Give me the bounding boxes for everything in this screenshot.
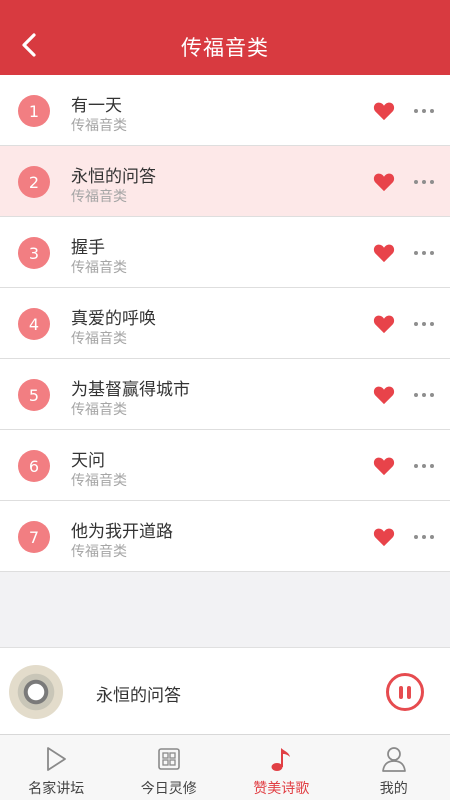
song-row[interactable]: 1 有一天 传福音类 xyxy=(0,75,450,146)
tab-lectures[interactable]: 名家讲坛 xyxy=(0,735,113,800)
song-title: 有一天 xyxy=(71,96,122,116)
song-title: 他为我开道路 xyxy=(71,522,173,542)
song-title: 永恒的问答 xyxy=(71,167,156,187)
top-bar: 传福音类 xyxy=(0,0,450,75)
heart-icon[interactable] xyxy=(373,243,395,263)
more-options-icon[interactable] xyxy=(412,454,436,478)
song-row[interactable]: 3 握手 传福音类 xyxy=(0,217,450,288)
now-playing-title: 永恒的问答 xyxy=(96,686,181,706)
more-options-icon[interactable] xyxy=(412,241,436,265)
song-title: 握手 xyxy=(71,238,105,258)
song-row[interactable]: 2 永恒的问答 传福音类 xyxy=(0,146,450,217)
page-title: 传福音类 xyxy=(181,36,269,60)
song-number-badge: 4 xyxy=(18,308,50,340)
user-icon xyxy=(381,747,406,772)
grid-icon xyxy=(157,748,180,770)
song-row[interactable]: 7 他为我开道路 传福音类 xyxy=(0,501,450,572)
play-icon xyxy=(47,747,67,771)
more-options-icon[interactable] xyxy=(412,99,436,123)
song-number-badge: 3 xyxy=(18,237,50,269)
pause-icon xyxy=(399,685,403,699)
song-number-badge: 5 xyxy=(18,379,50,411)
song-number-badge: 2 xyxy=(18,166,50,198)
song-row[interactable]: 4 真爱的呼唤 传福音类 xyxy=(0,288,450,359)
heart-icon[interactable] xyxy=(373,101,395,121)
more-options-icon[interactable] xyxy=(412,170,436,194)
song-category: 传福音类 xyxy=(71,118,127,134)
more-options-icon[interactable] xyxy=(412,312,436,336)
song-row[interactable]: 6 天问 传福音类 xyxy=(0,430,450,501)
song-category: 传福音类 xyxy=(71,260,127,276)
music-note-icon xyxy=(271,748,291,771)
song-category: 传福音类 xyxy=(71,544,127,560)
song-number-badge: 7 xyxy=(18,521,50,553)
tab-hymns[interactable]: 赞美诗歌 xyxy=(225,735,338,800)
song-category: 传福音类 xyxy=(71,473,127,489)
song-category: 传福音类 xyxy=(71,402,127,418)
song-title: 真爱的呼唤 xyxy=(71,309,156,329)
heart-icon[interactable] xyxy=(373,172,395,192)
album-cover[interactable] xyxy=(9,665,63,719)
tab-bar: 名家讲坛 今日灵修 赞美诗歌 我的 xyxy=(0,734,450,800)
heart-icon[interactable] xyxy=(373,314,395,334)
song-row[interactable]: 5 为基督赢得城市 传福音类 xyxy=(0,359,450,430)
song-number-badge: 1 xyxy=(18,95,50,127)
heart-icon[interactable] xyxy=(373,456,395,476)
song-list: 1 有一天 传福音类 2 永恒的问答 传福音类 3 握手 传福音类 4 真爱的呼… xyxy=(0,75,450,572)
heart-icon[interactable] xyxy=(373,527,395,547)
mini-player[interactable]: 永恒的问答 xyxy=(0,647,450,734)
more-options-icon[interactable] xyxy=(412,525,436,549)
tab-profile[interactable]: 我的 xyxy=(338,735,450,800)
song-title: 为基督赢得城市 xyxy=(71,380,190,400)
song-title: 天问 xyxy=(71,451,105,471)
song-category: 传福音类 xyxy=(71,331,127,347)
song-category: 传福音类 xyxy=(71,189,127,205)
tab-devotion[interactable]: 今日灵修 xyxy=(113,735,226,800)
more-options-icon[interactable] xyxy=(412,383,436,407)
pause-button[interactable] xyxy=(386,673,424,711)
song-number-badge: 6 xyxy=(18,450,50,482)
heart-icon[interactable] xyxy=(373,385,395,405)
